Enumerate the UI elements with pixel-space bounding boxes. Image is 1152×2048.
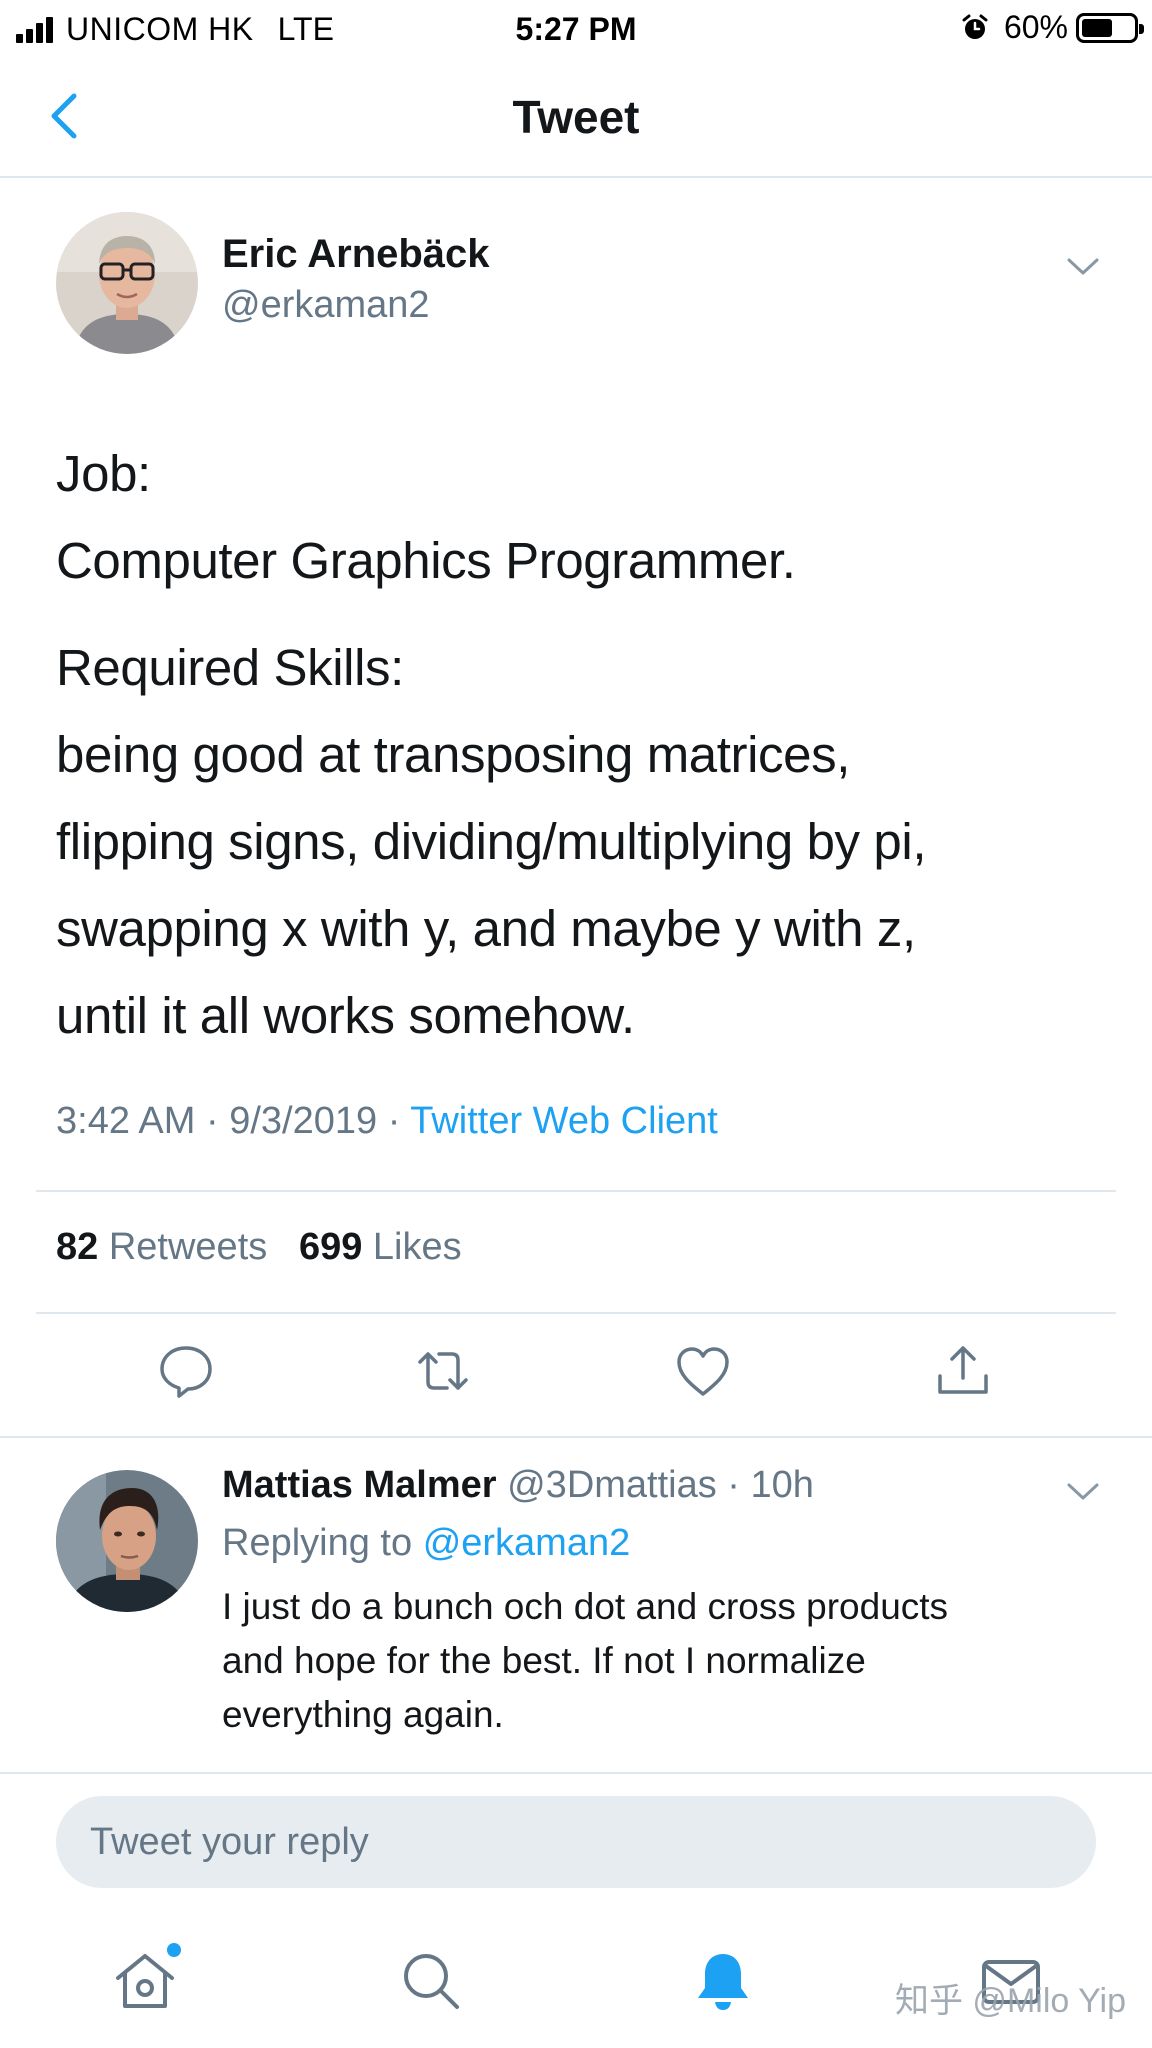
replying-to: Replying to @erkaman2 <box>222 1522 630 1565</box>
retweet-icon <box>418 1352 468 1390</box>
status-bar: UNICOM HK LTE 5:27 PM 60% <box>0 0 1152 58</box>
reply-author-name[interactable]: Mattias Malmer <box>222 1464 497 1506</box>
share-icon <box>938 1346 988 1394</box>
retweet-label: Retweets <box>108 1226 268 1268</box>
divider <box>36 1190 1116 1192</box>
status-right: 60% <box>960 9 1144 46</box>
retweet-count: 82 <box>56 1226 99 1268</box>
reply-avatar[interactable] <box>56 1470 198 1612</box>
tweet-text: Job: Computer Graphics Programmer. Requi… <box>56 430 1116 1059</box>
notifications-icon <box>698 1954 748 2010</box>
reply-button[interactable] <box>157 1342 215 1400</box>
tweet-line: Required Skills: <box>56 639 404 696</box>
author-avatar[interactable] <box>56 212 198 354</box>
tweet-line: being good at transposing matrices, <box>56 726 850 783</box>
reply-line: I just do a bunch och dot and cross prod… <box>222 1586 949 1627</box>
tweet-line: flipping signs, dividing/multiplying by … <box>56 813 927 870</box>
tweet-line: Computer Graphics Programmer. <box>56 532 796 589</box>
tab-bar: 知乎 @Milo Yip <box>0 1910 1152 2048</box>
reply-author-handle[interactable]: @3Dmattias <box>507 1464 717 1506</box>
tab-home[interactable] <box>112 1940 184 2014</box>
page-title: Tweet <box>512 91 640 143</box>
tweet-date: 9/3/2019 <box>229 1100 378 1142</box>
reply-input[interactable] <box>56 1796 1096 1888</box>
reply-time: 10h <box>750 1464 814 1506</box>
like-count: 699 <box>298 1226 363 1268</box>
reply-tweet[interactable]: Mattias Malmer @3Dmattias · 10h Replying… <box>0 1436 1152 1774</box>
home-badge <box>164 1940 184 1960</box>
reply-text: I just do a bunch och dot and cross prod… <box>222 1580 1102 1742</box>
author-name[interactable]: Eric Arnebäck <box>222 232 490 277</box>
tweet-stats: 82 Retweets 699 Likes <box>56 1226 462 1269</box>
retweets-link[interactable]: 82 Retweets <box>56 1226 267 1268</box>
tweet-meta: 3:42 AM · 9/3/2019 · Twitter Web Client <box>56 1100 718 1142</box>
battery-icon <box>1076 12 1144 43</box>
battery-fill <box>1082 18 1112 37</box>
search-icon <box>404 1954 459 2009</box>
tweet-source-link[interactable]: Twitter Web Client <box>410 1100 718 1142</box>
replying-label: Replying to <box>222 1522 413 1564</box>
chevron-down-icon[interactable] <box>1066 1482 1100 1502</box>
tweet-time: 3:42 AM <box>56 1100 196 1142</box>
replying-mention-link[interactable]: @erkaman2 <box>423 1522 631 1564</box>
likes-link[interactable]: 699 Likes <box>299 1226 462 1268</box>
watermark: 知乎 @Milo Yip <box>894 1982 1126 2020</box>
retweet-button[interactable] <box>414 1342 472 1400</box>
share-button[interactable] <box>934 1342 992 1400</box>
like-label: Likes <box>372 1226 462 1268</box>
reply-header: Mattias Malmer @3Dmattias · 10h <box>222 1464 814 1506</box>
like-icon <box>677 1347 729 1396</box>
author-handle[interactable]: @erkaman2 <box>222 284 430 327</box>
tweet-line: Job: <box>56 445 151 502</box>
divider <box>36 1312 1116 1314</box>
reply-line: and hope for the best. If not I normaliz… <box>222 1640 866 1681</box>
alarm-icon <box>962 14 988 39</box>
tweet-line: until it all works somehow. <box>56 987 635 1044</box>
tab-notifications[interactable] <box>690 1948 756 2014</box>
tweet-line: swapping x with y, and maybe y with z, <box>56 900 916 957</box>
tab-search[interactable] <box>398 1948 464 2014</box>
reply-line: everything again. <box>222 1694 504 1735</box>
reply-icon <box>160 1346 212 1398</box>
nav-bar: Tweet <box>0 58 1152 178</box>
like-button[interactable] <box>674 1342 732 1400</box>
battery-percent: 60% <box>1003 9 1068 45</box>
chevron-down-icon[interactable] <box>1066 257 1100 277</box>
